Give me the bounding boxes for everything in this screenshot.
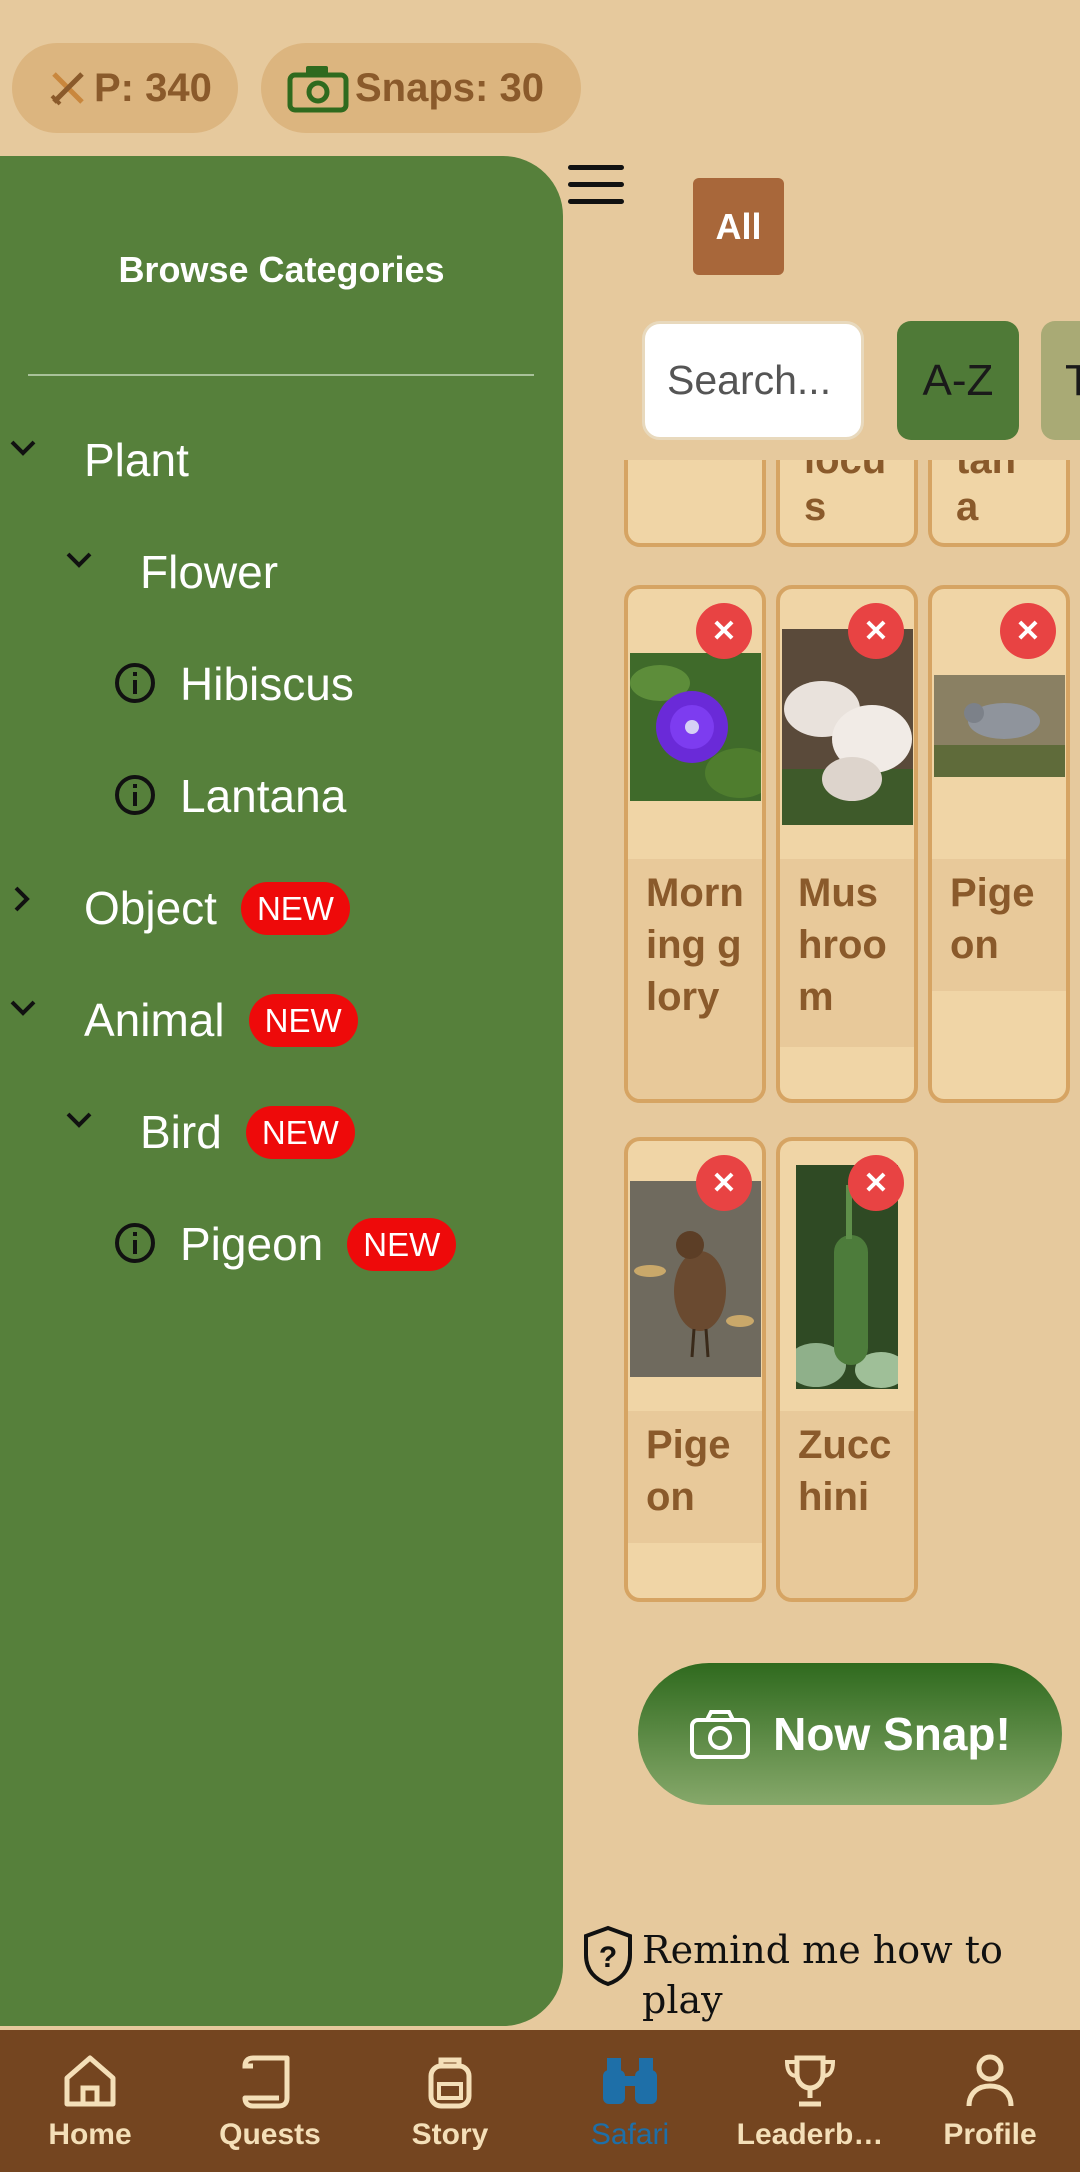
points-pill: P: 340 [12,43,238,133]
nav-leaderboard-label: Leaderb… [736,2118,884,2151]
nav-profile-label: Profile [943,2118,1037,2151]
sort-t-button[interactable]: T [1041,321,1080,440]
category-sidebar: Browse Categories Plant Flower Hibiscus … [0,156,563,2026]
remind-text: Remind me how to play [642,1928,1003,2022]
card-name: Pigeon [628,1411,762,1543]
info-icon[interactable] [113,1221,157,1265]
filter-all-chip[interactable]: All [693,178,784,275]
info-icon[interactable] [113,773,157,817]
svg-text:?: ? [599,1941,617,1974]
chevron-down-icon[interactable] [8,438,38,458]
card-name: Mushroom [780,859,914,1047]
card-photo [934,675,1065,777]
info-icon[interactable] [113,661,157,705]
nav-safari[interactable]: Safari [540,2030,720,2172]
now-snap-label: Now Snap! [773,1708,1011,1760]
help-shield-icon: ? [584,1925,632,1987]
new-badge: NEW [240,881,350,935]
delete-card-button[interactable]: ✕ [848,603,904,659]
snaps-pill: Snaps: 30 [261,43,581,133]
search-input[interactable] [642,321,864,440]
sort-az-button[interactable]: A-Z [897,321,1019,440]
collection-card[interactable]: ✕ Mushroom [776,585,918,1103]
new-badge: NEW [248,993,358,1047]
partial-card[interactable]: locu s [776,460,918,547]
chevron-down-icon[interactable] [8,998,38,1018]
tree-item-label: Bird [140,1106,222,1158]
card-name: Zucchini [780,1411,914,1598]
nav-profile[interactable]: Profile [900,2030,1080,2172]
nav-leaderboard[interactable]: Leaderb… [720,2030,900,2172]
new-badge: NEW [245,1105,355,1159]
crossed-swords-icon [50,72,84,106]
card-photo [630,653,761,801]
tree-item-label: Animal [84,994,225,1046]
nav-quests-label: Quests [219,2118,321,2151]
partial-card[interactable]: tan a [928,460,1070,547]
delete-card-button[interactable]: ✕ [1000,603,1056,659]
backpack-icon [428,2057,472,2109]
tree-item-animal[interactable]: Animal NEW [84,985,358,1055]
tree-item-lantana[interactable]: Lantana [180,761,346,831]
chevron-down-icon[interactable] [64,1110,94,1130]
nav-quests[interactable]: Quests [180,2030,360,2172]
nav-safari-label: Safari [590,2118,670,2151]
tree-item-label: Hibiscus [180,658,354,710]
tree-item-object[interactable]: Object NEW [84,873,350,943]
delete-card-button[interactable]: ✕ [848,1155,904,1211]
nav-story[interactable]: Story [360,2030,540,2172]
collection-card[interactable]: ✕ Pigeon [624,1137,766,1602]
nav-home[interactable]: Home [0,2030,180,2172]
tree-item-label: Flower [140,546,279,598]
now-snap-button[interactable]: Now Snap! [638,1663,1062,1805]
tree-item-bird[interactable]: Bird NEW [140,1097,355,1167]
chevron-right-icon[interactable] [12,884,32,914]
card-photo [630,1181,761,1377]
tree-item-label: Pigeon [180,1218,324,1270]
camera-icon [287,66,349,113]
camera-icon [690,1710,751,1759]
tree-item-label: Lantana [180,770,347,822]
tree-item-hibiscus[interactable]: Hibiscus [180,649,354,719]
snaps-value: Snaps: 30 [355,65,544,110]
delete-card-button[interactable]: ✕ [696,1155,752,1211]
collection-card[interactable]: ✕ Pigeon [928,585,1070,1103]
delete-card-button[interactable]: ✕ [696,603,752,659]
tree-item-plant[interactable]: Plant [84,425,189,495]
trophy-icon [784,2055,836,2107]
person-icon [966,2054,1014,2107]
home-icon [64,2055,116,2107]
sidebar-divider [28,374,534,376]
card-photo [782,629,913,825]
chevron-down-icon[interactable] [64,550,94,570]
tree-item-label: Object [84,882,217,934]
points-value: P: 340 [94,65,212,110]
nav-home-label: Home [48,2118,132,2151]
remind-how-to-play-link[interactable]: ? Remind me how to play [582,1925,1080,2025]
partial-card[interactable] [624,460,766,547]
scroll-icon [242,2055,290,2109]
tree-item-flower[interactable]: Flower [140,537,278,607]
tree-item-label: Plant [84,434,189,486]
bottom-nav: Home Quests Story Safari Leaderb… Profil… [0,2030,1080,2172]
menu-icon[interactable] [568,165,624,215]
tree-item-pigeon[interactable]: Pigeon NEW [180,1209,457,1279]
binoculars-icon [603,2058,657,2104]
sidebar-title: Browse Categories [118,249,445,290]
new-badge: NEW [347,1217,457,1271]
card-name: Pigeon [932,859,1066,991]
nav-story-label: Story [411,2118,489,2151]
collection-card[interactable]: ✕ Morning glory [624,585,766,1103]
card-name: Morning glory [628,859,762,1099]
collection-card[interactable]: ✕ Zucchini [776,1137,918,1602]
